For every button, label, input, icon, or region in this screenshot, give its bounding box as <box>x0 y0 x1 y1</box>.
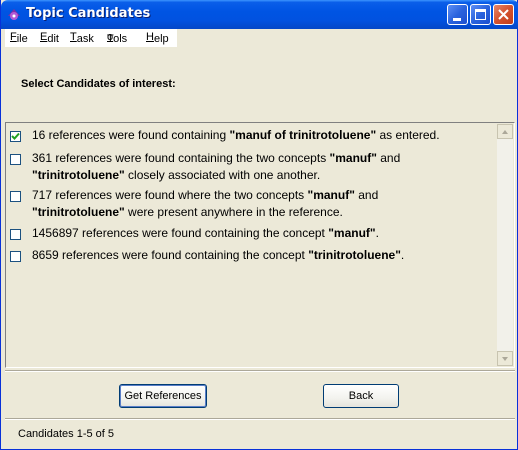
menu-edit[interactable]: Edit <box>40 31 59 45</box>
arrow-down-icon <box>502 357 508 361</box>
candidate-text: 16 references were found containing "man… <box>32 128 440 142</box>
maximize-button[interactable] <box>470 4 491 25</box>
status-text: Candidates 1-5 of 5 <box>18 428 115 440</box>
menu-tools[interactable]: To ols <box>107 31 127 45</box>
vertical-scrollbar[interactable] <box>497 124 513 366</box>
scroll-up-button[interactable] <box>497 124 513 139</box>
status-divider <box>5 418 515 420</box>
candidates-list: 16 references were found containing "man… <box>5 122 515 368</box>
get-references-button[interactable]: Get References <box>119 384 207 408</box>
menu-task[interactable]: Task <box>70 31 94 45</box>
minimize-button[interactable] <box>447 4 468 25</box>
maximize-icon <box>475 9 486 20</box>
candidate-checkbox[interactable] <box>10 229 21 240</box>
menu-help[interactable]: Help <box>146 31 169 45</box>
scroll-down-button[interactable] <box>497 351 513 366</box>
candidate-text: 361 references were found containing the… <box>32 151 401 182</box>
back-button[interactable]: Back <box>323 384 399 408</box>
window-title: Topic Candidates <box>26 6 151 21</box>
app-icon <box>8 9 20 20</box>
menu-bar: File Edit Task To ols Help <box>5 29 177 47</box>
menu-file[interactable]: File <box>10 31 28 45</box>
candidate-text: 8659 references were found containing th… <box>32 248 405 262</box>
divider <box>5 370 515 372</box>
arrow-up-icon <box>502 130 508 134</box>
title-bar[interactable]: Topic Candidates <box>1 0 518 29</box>
candidate-text: 1456897 references were found containing… <box>32 226 379 240</box>
topic-candidates-window: Topic Candidates File Edit Task To ols He… <box>0 0 518 450</box>
close-button[interactable] <box>493 4 514 25</box>
instruction-label: Select Candidates of interest: <box>21 78 176 90</box>
candidate-checkbox[interactable] <box>10 131 21 142</box>
candidate-text: 717 references were found where the two … <box>32 188 379 219</box>
candidate-checkbox[interactable] <box>10 251 21 262</box>
candidate-checkbox[interactable] <box>10 154 21 165</box>
close-icon <box>498 9 509 20</box>
minimize-icon <box>453 18 461 21</box>
candidate-checkbox[interactable] <box>10 191 21 202</box>
checkmark-icon <box>11 132 20 140</box>
